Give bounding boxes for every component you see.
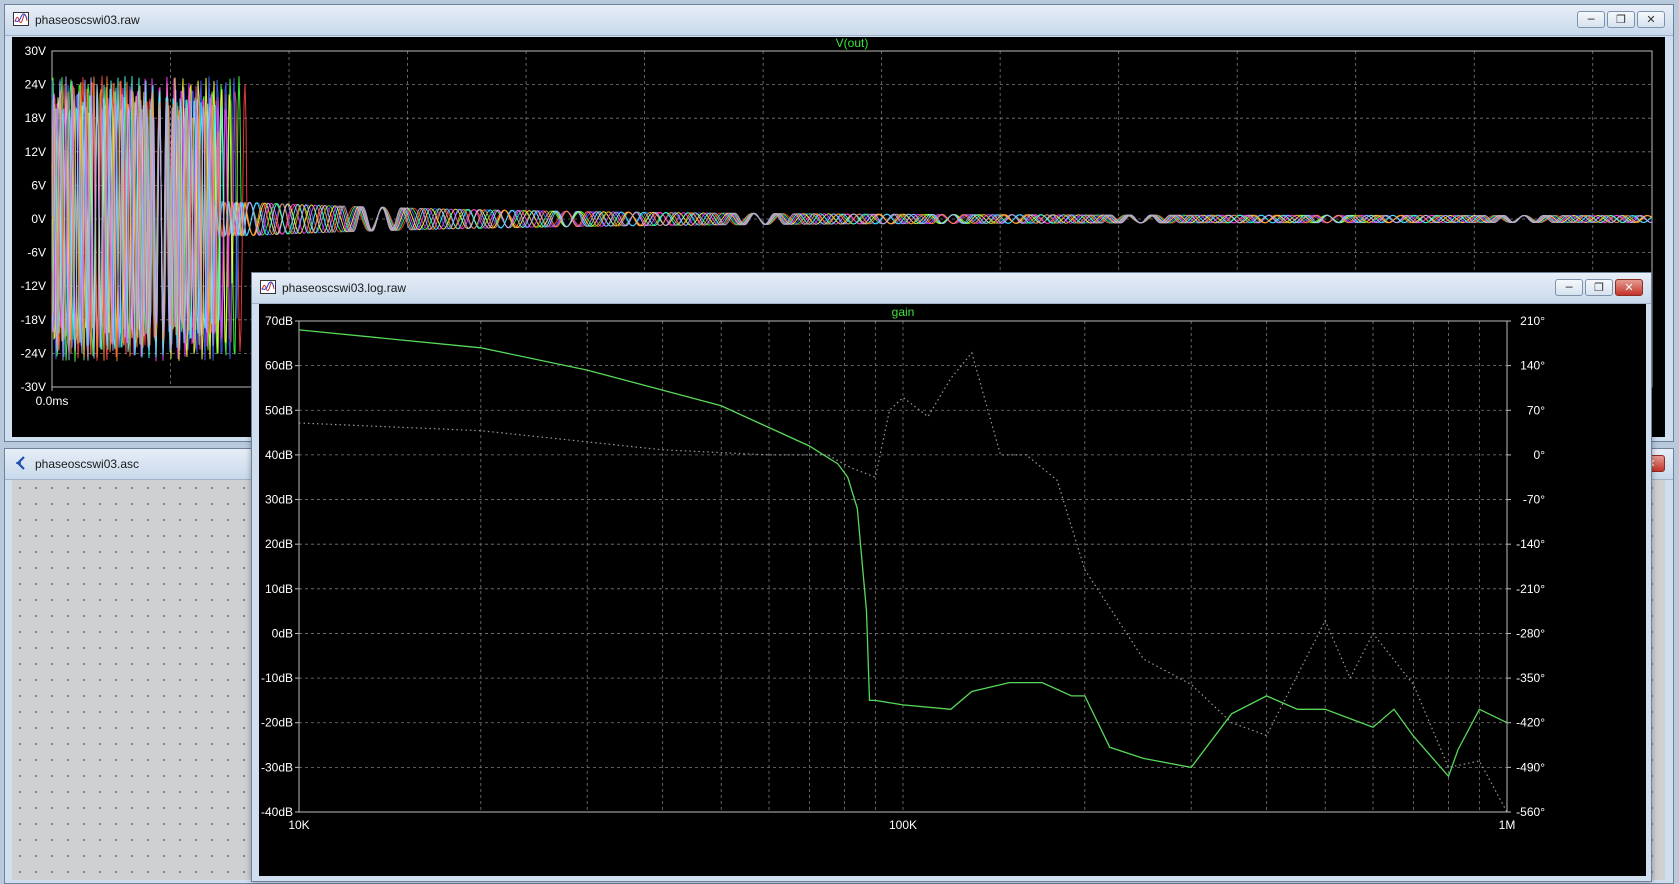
y-tick-label: 24V xyxy=(25,78,46,92)
gain-axis-label: -10dB xyxy=(261,671,293,685)
minimize-icon: ─ xyxy=(1565,281,1573,294)
gain-axis-label: 70dB xyxy=(265,314,293,328)
ac-plot-area[interactable]: 70dB 210° 60dB 140° 50dB 70° 40dB 0° 30dB -70° 20d… xyxy=(259,304,1646,876)
y-tick-label: 12V xyxy=(25,145,46,159)
phase-axis-label: 140° xyxy=(1520,359,1545,373)
y-tick-label: 0V xyxy=(31,212,46,226)
gain-axis-label: -20dB xyxy=(261,716,293,730)
ac-restore-button[interactable]: ❐ xyxy=(1585,279,1613,296)
y-tick-label: 30V xyxy=(25,44,46,58)
phase-axis-label: -350° xyxy=(1516,671,1545,685)
y-tick-label: -6V xyxy=(27,246,46,260)
gain-axis-label: 0dB xyxy=(272,626,293,640)
gain-axis-label: 60dB xyxy=(265,359,293,373)
ac-window-title: phaseoscswi03.log.raw xyxy=(282,281,407,295)
close-icon: ✕ xyxy=(1624,281,1634,294)
phase-axis-label: -210° xyxy=(1516,582,1545,596)
bode-chart[interactable]: 70dB 210° 60dB 140° 50dB 70° 40dB 0° 30dB -70° 20d… xyxy=(259,304,1646,876)
restore-icon: ❐ xyxy=(1616,13,1626,26)
schematic-window-icon xyxy=(16,456,25,470)
gain-axis-label: 30dB xyxy=(265,493,293,507)
transient-close-button[interactable]: ✕ xyxy=(1637,11,1665,28)
trace-label-gain: gain xyxy=(892,305,915,319)
waveform-window-icon xyxy=(13,12,29,26)
ac-titlebar[interactable]: phaseoscswi03.log.raw ─ ❐ ✕ xyxy=(252,273,1651,304)
phase-axis-label: 210° xyxy=(1520,314,1545,328)
transient-titlebar[interactable]: phaseoscswi03.raw ─ ❐ ✕ xyxy=(5,5,1673,36)
ac-plot-window[interactable]: phaseoscswi03.log.raw ─ ❐ ✕ 70dB 210° 60dB… xyxy=(251,272,1652,882)
gain-axis-label: 50dB xyxy=(265,403,293,417)
phase-axis-label: -140° xyxy=(1516,537,1545,551)
y-tick-label: -18V xyxy=(21,313,46,327)
phase-axis-label: -490° xyxy=(1516,760,1545,774)
transient-minimize-button[interactable]: ─ xyxy=(1577,11,1605,28)
phase-axis-label: -420° xyxy=(1516,716,1545,730)
gain-axis-label: -40dB xyxy=(261,805,293,819)
y-tick-label: -24V xyxy=(21,346,46,360)
phase-axis-label: 70° xyxy=(1527,403,1545,417)
gain-axis-label: 10dB xyxy=(265,582,293,596)
ac-minimize-button[interactable]: ─ xyxy=(1555,279,1583,296)
transient-restore-button[interactable]: ❐ xyxy=(1607,11,1635,28)
schematic-window-title: phaseoscswi03.asc xyxy=(35,457,140,471)
frequency-tick-label: 100K xyxy=(889,818,917,832)
frequency-tick-label: 10K xyxy=(288,818,309,832)
transient-window-title: phaseoscswi03.raw xyxy=(35,13,140,27)
y-tick-label: 6V xyxy=(31,178,46,192)
gain-axis-label: 20dB xyxy=(265,537,293,551)
trace-label-vout: V(out) xyxy=(836,37,869,50)
y-tick-label: -30V xyxy=(21,380,46,394)
phase-axis-label: -280° xyxy=(1516,626,1545,640)
y-tick-label: -12V xyxy=(21,279,46,293)
x-tick-label: 0.0ms xyxy=(36,394,69,408)
gain-magnitude-line xyxy=(298,329,1508,778)
waveform-window-icon xyxy=(260,280,276,294)
minimize-icon: ─ xyxy=(1587,13,1595,26)
restore-icon: ❐ xyxy=(1594,281,1604,294)
phase-axis-label: -560° xyxy=(1516,805,1545,819)
ac-close-button[interactable]: ✕ xyxy=(1615,279,1643,296)
gain-axis-label: -30dB xyxy=(261,760,293,774)
frequency-tick-label: 1M xyxy=(1499,818,1516,832)
y-tick-label: 18V xyxy=(25,111,46,125)
close-icon: ✕ xyxy=(1646,13,1656,26)
phase-axis-label: -70° xyxy=(1523,493,1545,507)
phase-axis-label: 0° xyxy=(1534,448,1546,462)
gain-axis-label: 40dB xyxy=(265,448,293,462)
